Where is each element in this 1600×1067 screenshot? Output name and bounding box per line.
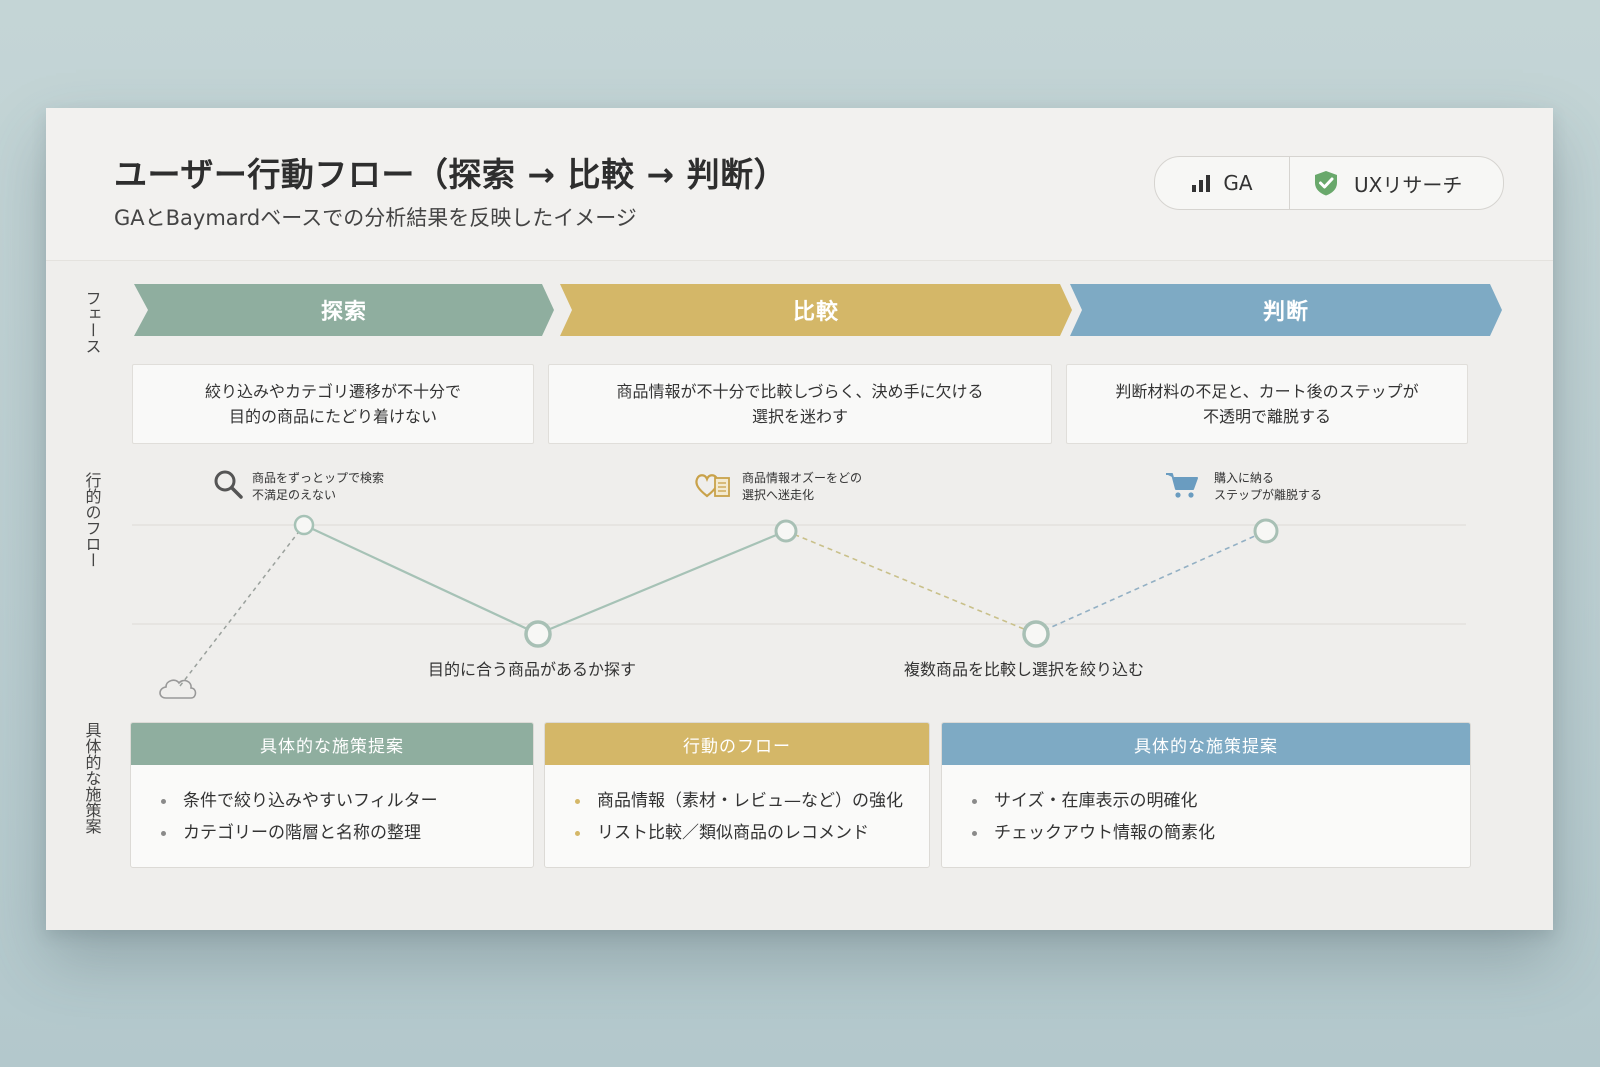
search-icon xyxy=(214,470,243,499)
list-item-text: チェックアウト情報の簡素化 xyxy=(994,823,1215,843)
flow-node xyxy=(774,519,798,543)
bullet-dot xyxy=(575,799,580,804)
proposal-card-title: 具体的な施策提案 xyxy=(131,723,533,765)
list-item-text: 商品情報（素材・レビュ—など）の強化 xyxy=(597,791,903,811)
flow-note-decide: 購入に納る ステップが離脱する xyxy=(1214,470,1322,504)
proposal-card-title: 行動のフロー xyxy=(545,723,929,765)
list-item: サイズ・在庫表示の明確化 xyxy=(972,785,1470,817)
note-line: 商品をずっとップで検索 xyxy=(252,471,385,485)
list-item-text: 条件で絞り込みやすいフィルター xyxy=(183,791,438,811)
note-line: 不満足のえない xyxy=(252,488,337,502)
flow-segment-1 xyxy=(303,524,539,635)
flow-label-compare: 複数商品を比較し選択を絞り込む xyxy=(904,660,1145,679)
proposal-card-title: 具体的な施策提案 xyxy=(942,723,1470,765)
flow-segment-start xyxy=(179,524,305,687)
list-item-text: リスト比較／類似商品のレコメンド xyxy=(597,823,869,843)
proposal-card-explore: 具体的な施策提案 条件で絞り込みやすいフィルター カテゴリーの階層と名称の整理 xyxy=(130,722,534,868)
flow-segment-3 xyxy=(785,530,1037,635)
bullet-dot xyxy=(972,831,977,836)
list-item: カテゴリーの階層と名称の整理 xyxy=(161,817,533,849)
flow-note-compare: 商品情報オズーをどの 選択へ迷走化 xyxy=(742,470,862,504)
note-line: 商品情報オズーをどの xyxy=(742,471,863,485)
flow-segment-4 xyxy=(1035,530,1267,635)
note-line: ステップが離脱する xyxy=(1214,488,1323,502)
cloud-icon xyxy=(159,679,197,699)
flow-note-explore: 商品をずっとップで検索 不満足のえない xyxy=(252,470,384,504)
list-item: チェックアウト情報の簡素化 xyxy=(972,817,1470,849)
bullet-dot xyxy=(161,799,166,804)
proposal-card-compare: 行動のフロー 商品情報（素材・レビュ—など）の強化 リスト比較／類似商品のレコメ… xyxy=(544,722,930,868)
list-item: 商品情報（素材・レビュ—など）の強化 xyxy=(575,785,929,817)
cart-icon xyxy=(1166,473,1198,498)
flow-node xyxy=(1022,620,1050,648)
bullet-dot xyxy=(575,831,580,836)
list-item: リスト比較／類似商品のレコメンド xyxy=(575,817,929,849)
proposal-list: 商品情報（素材・レビュ—など）の強化 リスト比較／類似商品のレコメンド xyxy=(545,765,929,849)
bullet-dot xyxy=(972,799,977,804)
flow-segment-2 xyxy=(537,529,787,636)
list-item-text: サイズ・在庫表示の明確化 xyxy=(994,791,1198,811)
proposal-card-decide: 具体的な施策提案 サイズ・在庫表示の明確化 チェックアウト情報の簡素化 xyxy=(941,722,1471,868)
flow-node xyxy=(1253,518,1279,544)
bullet-dot xyxy=(161,831,166,836)
heart-document-icon xyxy=(695,474,730,498)
note-line: 購入に納る xyxy=(1214,471,1275,485)
flow-node xyxy=(293,514,315,536)
proposal-list: サイズ・在庫表示の明確化 チェックアウト情報の簡素化 xyxy=(942,765,1470,849)
flow-node xyxy=(524,620,552,648)
note-line: 選択へ迷走化 xyxy=(742,488,815,502)
list-item-text: カテゴリーの階層と名称の整理 xyxy=(183,823,421,843)
list-item: 条件で絞り込みやすいフィルター xyxy=(161,785,533,817)
proposal-list: 条件で絞り込みやすいフィルター カテゴリーの階層と名称の整理 xyxy=(131,765,533,849)
diagram-card: ユーザー行動フロー（探索 → 比較 → 判断） GAとBaymardベースでの分… xyxy=(46,108,1553,930)
flow-label-explore: 目的に合う商品があるか探す xyxy=(428,660,637,679)
